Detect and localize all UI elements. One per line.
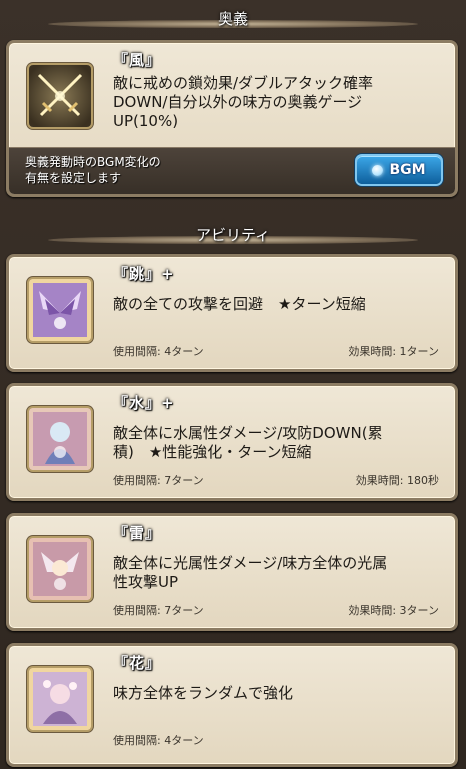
ability-name: 『跳』+ bbox=[113, 265, 175, 283]
desc-line: UP(10%) bbox=[113, 112, 179, 130]
purple-wings-icon bbox=[29, 279, 91, 341]
toggle-indicator-icon bbox=[372, 164, 384, 176]
bgm-toggle-button[interactable]: BGM bbox=[357, 156, 441, 184]
ability-section-header: アビリティ bbox=[0, 216, 466, 252]
desc-line: 味方全体をランダムで強化 bbox=[113, 684, 294, 702]
ability-name: 『花』 bbox=[113, 654, 162, 672]
desc-line: 敵に戒めの鎖効果/ダブルアタック確率 bbox=[113, 74, 374, 92]
ability-card-jump[interactable]: 『跳』+ 敵の全ての攻撃を回避 ★ターン短縮 使用間隔: 4ターン 効果時間: … bbox=[6, 254, 458, 372]
ougi-section-header: 奥義 bbox=[0, 0, 466, 36]
ability-name: 『水』+ bbox=[113, 394, 175, 412]
desc-line: 性攻撃UP bbox=[113, 573, 179, 591]
ability-description: 敵全体に水属性ダメージ/攻防DOWN(累 積) ★性能強化・ターン短縮 bbox=[113, 424, 437, 462]
ability-footer: 使用間隔: 7ターン 効果時間: 3ターン bbox=[113, 602, 439, 620]
ability-footer: 使用間隔: 4ターン bbox=[113, 732, 439, 750]
bgm-note-line: 奥義発動時のBGM変化の bbox=[25, 155, 161, 169]
ability-section-title: アビリティ bbox=[195, 225, 271, 244]
bgm-note-line: 有無を設定します bbox=[25, 171, 122, 185]
use-interval: 使用間隔: 4ターン bbox=[113, 734, 204, 747]
use-interval: 使用間隔: 4ターン bbox=[113, 345, 204, 358]
ougi-section-title: 奥義 bbox=[217, 9, 248, 28]
use-interval: 使用間隔: 7ターン bbox=[113, 474, 204, 487]
effect-duration: 効果時間: 3ターン bbox=[348, 604, 439, 617]
bgm-button-label: BGM bbox=[389, 162, 426, 178]
ability-description: 敵の全ての攻撃を回避 ★ターン短縮 bbox=[113, 295, 437, 314]
ougi-skill-name: 『風』 bbox=[113, 51, 162, 69]
bgm-note: 奥義発動時のBGM変化の 有無を設定します bbox=[25, 154, 161, 186]
thunder-character-icon bbox=[29, 538, 91, 600]
ougi-skill-description: 敵に戒めの鎖効果/ダブルアタック確率 DOWN/自分以外の味方の奥義ゲージ UP… bbox=[113, 74, 437, 131]
water-character-icon bbox=[29, 408, 91, 470]
effect-duration: 効果時間: 180秒 bbox=[355, 474, 439, 487]
desc-line: 敵全体に水属性ダメージ/攻防DOWN(累 bbox=[113, 424, 383, 442]
desc-line: 敵全体に光属性ダメージ/味方全体の光属 bbox=[113, 554, 388, 572]
ability-name: 『雷』 bbox=[113, 524, 162, 542]
ability-footer: 使用間隔: 7ターン 効果時間: 180秒 bbox=[113, 472, 439, 490]
ability-card-flower[interactable]: 『花』 味方全体をランダムで強化 使用間隔: 4ターン bbox=[6, 643, 458, 767]
ability-footer: 使用間隔: 4ターン 効果時間: 1ターン bbox=[113, 343, 439, 361]
desc-line: 積) ★性能強化・ターン短縮 bbox=[113, 443, 312, 461]
bgm-setting-band: 奥義発動時のBGM変化の 有無を設定します BGM bbox=[9, 147, 455, 194]
ability-card-water[interactable]: 『水』+ 敵全体に水属性ダメージ/攻防DOWN(累 積) ★性能強化・ターン短縮… bbox=[6, 383, 458, 501]
ability-description: 敵全体に光属性ダメージ/味方全体の光属 性攻撃UP bbox=[113, 554, 437, 592]
desc-line: DOWN/自分以外の味方の奥義ゲージ bbox=[113, 93, 363, 111]
ability-card-thunder[interactable]: 『雷』 敵全体に光属性ダメージ/味方全体の光属 性攻撃UP 使用間隔: 7ターン… bbox=[6, 513, 458, 631]
effect-duration: 効果時間: 1ターン bbox=[348, 345, 439, 358]
ougi-skill-card: 『風』 敵に戒めの鎖効果/ダブルアタック確率 DOWN/自分以外の味方の奥義ゲー… bbox=[6, 40, 458, 197]
flower-character-icon bbox=[29, 668, 91, 730]
desc-line: 敵の全ての攻撃を回避 ★ターン短縮 bbox=[113, 295, 366, 313]
crossed-swords-icon bbox=[29, 65, 91, 127]
ability-description: 味方全体をランダムで強化 bbox=[113, 684, 437, 703]
use-interval: 使用間隔: 7ターン bbox=[113, 604, 204, 617]
